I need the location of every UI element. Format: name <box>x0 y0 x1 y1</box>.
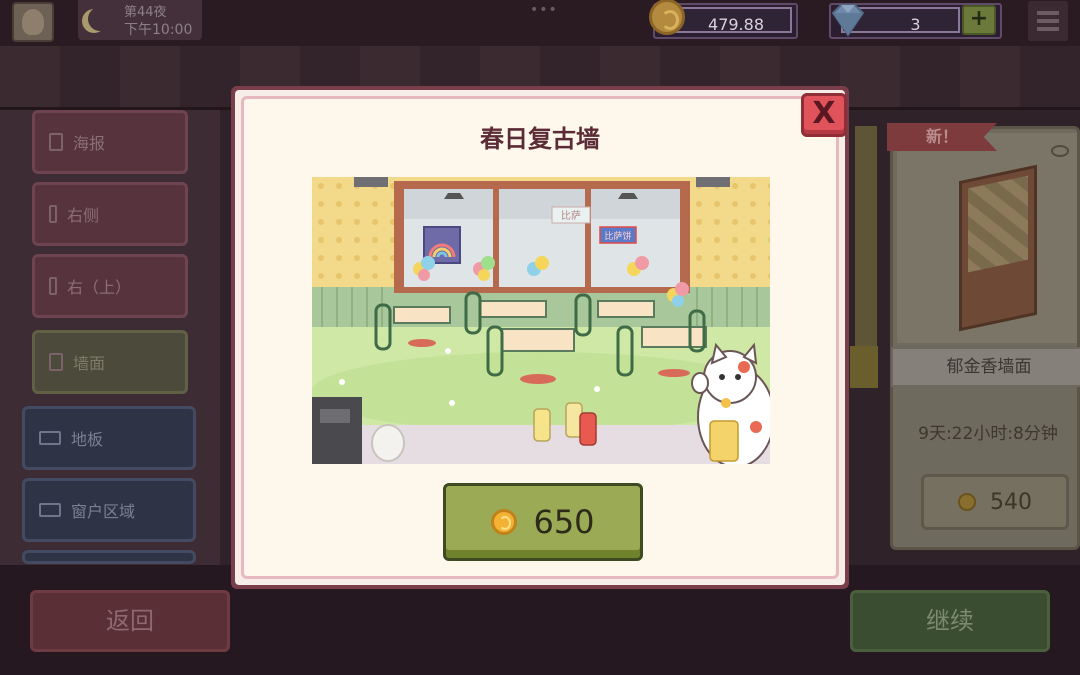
window-icon <box>39 503 61 517</box>
coin-icon <box>649 0 685 35</box>
wall-right-top-icon <box>49 277 57 295</box>
buy-price: 650 <box>533 503 595 541</box>
gem-balance: 3 + <box>829 3 1002 39</box>
price-label: 540 <box>990 489 1032 515</box>
night-time-display: 第44夜 下午10:00 <box>78 0 202 40</box>
category-label: 海报 <box>73 134 106 153</box>
buy-button[interactable]: 650 <box>443 483 643 561</box>
item-price-button[interactable]: 540 <box>921 474 1069 530</box>
category-label: 地板 <box>71 430 104 449</box>
item-name: 郁金香墙面 <box>891 347 1080 387</box>
category-label: 右侧 <box>67 206 100 225</box>
diamond-icon <box>831 4 865 37</box>
shop-item-edge <box>850 346 878 388</box>
item-preview-dialog: 春日复古墙 比萨 比萨饼 650 X <box>231 86 849 589</box>
category-label: 窗户区域 <box>71 502 136 521</box>
menu-bar-icon <box>1037 19 1059 23</box>
category-poster[interactable]: 海报 <box>32 110 188 174</box>
cafe-scene-illustration: 比萨 比萨饼 <box>312 177 770 464</box>
coin-icon <box>958 493 976 511</box>
category-right-wall[interactable]: 右侧 <box>32 182 188 246</box>
category-window-area[interactable]: 窗户区域 <box>22 478 196 542</box>
player-avatar[interactable] <box>12 2 54 42</box>
clock-time: 下午10:00 <box>124 22 193 38</box>
menu-bar-icon <box>1037 27 1059 31</box>
dialog-title: 春日复古墙 <box>480 125 600 153</box>
category-label: 右（上） <box>67 278 132 297</box>
item-timer: 9天:22小时:8分钟 <box>918 424 1058 444</box>
shop-item-card[interactable]: 新！ 郁金香墙面 9天:22小时:8分钟 540 <box>887 123 1080 550</box>
category-label: 墙面 <box>73 354 106 373</box>
category-right-top[interactable]: 右（上） <box>32 254 188 318</box>
more-dots-icon: ••• <box>530 2 558 18</box>
wall-preview-image: 比萨 比萨饼 <box>312 177 770 464</box>
eye-icon[interactable] <box>1051 145 1069 157</box>
category-next[interactable] <box>22 550 196 564</box>
item-preview-area <box>897 133 1077 343</box>
coin-balance: 479.88 <box>649 0 798 39</box>
floor-icon <box>39 431 61 445</box>
menu-button[interactable] <box>1028 1 1068 41</box>
tulip-wallpaper-thumbnail <box>959 164 1037 332</box>
close-button[interactable]: X <box>801 93 847 137</box>
coin-icon <box>491 509 518 535</box>
category-floor[interactable]: 地板 <box>22 406 196 470</box>
wall-icon <box>49 353 63 371</box>
preview-neon-sign: 比萨饼 <box>604 230 631 242</box>
dialog-frame: 春日复古墙 比萨 比萨饼 650 X <box>235 90 847 585</box>
category-wall[interactable]: 墙面 <box>32 330 188 394</box>
wall-right-icon <box>49 205 57 223</box>
continue-button[interactable]: 继续 <box>850 590 1050 652</box>
add-gems-button[interactable]: + <box>962 5 996 35</box>
dialog-body: 春日复古墙 比萨 比萨饼 650 X <box>241 93 847 579</box>
back-button[interactable]: 返回 <box>30 590 230 652</box>
new-badge: 新！ <box>887 123 997 151</box>
poster-icon <box>49 133 63 151</box>
moon-icon <box>88 7 112 31</box>
avatar-face-icon <box>22 9 44 35</box>
preview-sign: 比萨 <box>561 210 581 222</box>
night-number: 第44夜 <box>124 5 167 20</box>
menu-bar-icon <box>1037 11 1059 15</box>
